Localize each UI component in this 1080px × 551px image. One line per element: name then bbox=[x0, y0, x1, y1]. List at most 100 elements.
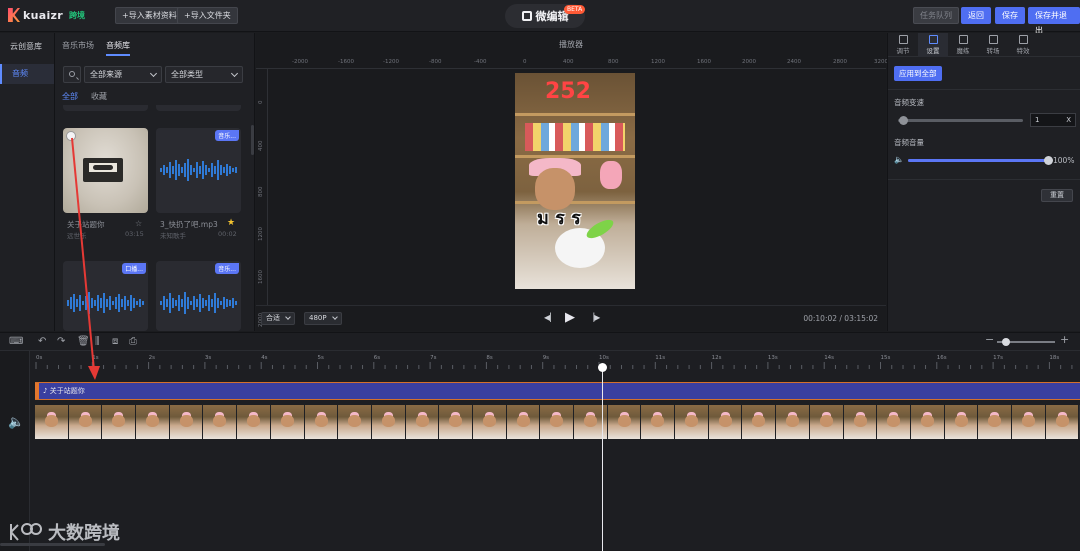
time-ruler-label: 0s bbox=[36, 355, 43, 361]
select-radio[interactable] bbox=[67, 132, 75, 140]
crop-frame-icon[interactable]: ⧈ bbox=[112, 337, 118, 347]
next-frame-icon[interactable]: ▕▶ bbox=[588, 313, 600, 322]
ruler-tick: 2400 bbox=[787, 59, 801, 65]
speed-unit: X bbox=[1066, 116, 1071, 124]
back-button[interactable]: 返回 bbox=[961, 7, 991, 24]
tab-label: 调节 bbox=[896, 47, 910, 55]
chevron-down-icon bbox=[331, 314, 338, 320]
tab-effects[interactable]: 特效 bbox=[1008, 33, 1038, 57]
video-clip[interactable] bbox=[35, 405, 1080, 439]
import-material-button[interactable]: +导入素材资料 bbox=[115, 7, 184, 24]
editor-icon bbox=[521, 11, 532, 21]
speed-input[interactable]: 1 X bbox=[1030, 113, 1076, 127]
split-icon[interactable]: ⫼ bbox=[95, 337, 100, 347]
time-ruler-label: 9s bbox=[542, 355, 550, 361]
search-button[interactable] bbox=[63, 66, 81, 83]
audio-clip-label: ♪ 关于站题你 bbox=[43, 387, 85, 395]
play-icon[interactable]: ▶ bbox=[565, 310, 575, 325]
type-select[interactable]: 全部类型 bbox=[165, 66, 243, 83]
shelf bbox=[515, 113, 635, 116]
video-preview[interactable]: 252 ม ร ร bbox=[515, 73, 635, 289]
video-frame-thumbnail bbox=[35, 405, 69, 439]
source-select-value: 全部来源 bbox=[90, 70, 122, 79]
audio-card[interactable]: 音乐... bbox=[156, 261, 241, 331]
time-ruler-label: 3s bbox=[204, 355, 212, 361]
ruler-tick: 1600 bbox=[258, 270, 264, 284]
star-filled-icon[interactable]: ★ bbox=[227, 218, 235, 228]
audio-card[interactable] bbox=[63, 128, 148, 213]
tab-adjust[interactable]: 调节 bbox=[888, 33, 918, 57]
waveform-icon bbox=[160, 292, 237, 314]
undo-icon[interactable]: ↶ bbox=[38, 337, 46, 347]
nav-item-audio[interactable]: 音频 bbox=[0, 64, 54, 84]
zoom-in-icon[interactable]: + bbox=[1060, 334, 1069, 345]
card-duration: 00:02 bbox=[218, 230, 237, 238]
fit-select[interactable]: 合适 bbox=[261, 312, 295, 325]
video-frame-thumbnail bbox=[203, 405, 238, 439]
tab-label: 特效 bbox=[1016, 47, 1030, 55]
speed-slider-track[interactable] bbox=[898, 119, 1023, 122]
clip-handle[interactable] bbox=[35, 383, 39, 399]
cassette-thumbnail bbox=[63, 128, 148, 213]
audio-card[interactable]: 口播... bbox=[63, 261, 148, 331]
volume-slider-knob[interactable] bbox=[1044, 156, 1053, 165]
toy-figures bbox=[525, 123, 625, 151]
video-frame-thumbnail bbox=[270, 405, 305, 439]
redo-icon[interactable]: ↷ bbox=[57, 337, 65, 347]
card-tag: 口播... bbox=[122, 263, 146, 274]
audio-clip[interactable]: ♪ 关于站题你 bbox=[35, 382, 1080, 400]
timeline-panel: ⌨ ↶ ↷ 🗑 ⫼ ⧈ ⎙ − + 🔈 0s 1s 2s 3s 4s 5s 6s 7s 8s 9s… bbox=[0, 332, 1080, 551]
chevron-down-icon bbox=[230, 69, 239, 78]
prev-frame-icon[interactable]: ◀▏ bbox=[544, 313, 556, 322]
screenshot-icon[interactable]: ⎙ bbox=[129, 337, 137, 347]
speed-slider-knob[interactable] bbox=[898, 116, 908, 125]
library-scrollbar[interactable] bbox=[251, 125, 254, 155]
task-queue-button[interactable]: 任务队列 bbox=[913, 7, 959, 24]
time-ruler-label: 10s bbox=[599, 355, 609, 361]
tab-audio-library[interactable]: 音频库 bbox=[106, 40, 130, 56]
waveform-icon bbox=[160, 159, 237, 181]
tab-label: 设置 bbox=[926, 47, 940, 55]
source-select[interactable]: 全部来源 bbox=[84, 66, 162, 83]
properties-panel: 调节 设置 魔练 转场 特效 应用到全部 音频变速 1 X 音频音量 🔈 100… bbox=[887, 33, 1080, 331]
time-ruler-label: 15s bbox=[880, 355, 891, 361]
tab-transition[interactable]: 转场 bbox=[978, 33, 1008, 57]
ruler-tick: -2000 bbox=[292, 59, 308, 65]
video-frame-thumbnail bbox=[944, 405, 979, 439]
time-ruler-label: 12s bbox=[711, 355, 722, 361]
speaker-icon[interactable]: 🔈 bbox=[894, 155, 904, 164]
card-name: 3_快扔了吧.mp3 bbox=[160, 220, 218, 229]
time-ruler[interactable]: 0s 1s 2s 3s 4s 5s 6s 7s 8s 9s 10s 11s 12s 13s 14s 15s 16… bbox=[31, 353, 1080, 369]
audio-card[interactable]: 音乐... bbox=[156, 128, 241, 213]
star-outline-icon[interactable]: ☆ bbox=[135, 219, 142, 228]
tab-magic[interactable]: 魔练 bbox=[948, 33, 978, 57]
volume-icon[interactable]: 🔈 bbox=[8, 415, 24, 430]
zoom-slider-knob[interactable] bbox=[1001, 338, 1010, 346]
import-folder-button[interactable]: +导入文件夹 bbox=[177, 7, 238, 24]
delete-icon[interactable]: 🗑 bbox=[77, 337, 90, 347]
filter-favorites[interactable]: 收藏 bbox=[91, 91, 107, 102]
video-frame-thumbnail bbox=[102, 405, 137, 439]
player-title: 播放器 bbox=[559, 40, 583, 49]
overlay-number: 252 bbox=[545, 79, 591, 104]
card-artist: 远世乐 bbox=[67, 232, 87, 240]
apply-all-button[interactable]: 应用到全部 bbox=[894, 66, 942, 81]
ruler-tick: -400 bbox=[474, 59, 487, 65]
playhead-handle[interactable] bbox=[598, 363, 607, 372]
card-tag: 音乐... bbox=[215, 130, 239, 141]
playhead[interactable] bbox=[602, 367, 603, 551]
ruler-tick: 1200 bbox=[651, 59, 665, 65]
tab-settings[interactable]: 设置 bbox=[918, 33, 948, 57]
reset-button[interactable]: 重置 bbox=[1041, 189, 1073, 202]
filter-all[interactable]: 全部 bbox=[62, 91, 78, 102]
tab-music-market[interactable]: 音乐市场 bbox=[62, 40, 94, 56]
save-exit-button[interactable]: 保存并退出 bbox=[1028, 7, 1080, 35]
video-frame-thumbnail bbox=[540, 405, 574, 439]
quality-select[interactable]: 480P bbox=[304, 312, 342, 325]
save-button[interactable]: 保存 bbox=[995, 7, 1025, 24]
keyboard-icon[interactable]: ⌨ bbox=[9, 337, 23, 347]
fit-select-value: 合适 bbox=[266, 314, 280, 322]
ruler-tick: 800 bbox=[608, 59, 619, 65]
timeline-scrollbar[interactable] bbox=[0, 543, 105, 546]
zoom-out-icon[interactable]: − bbox=[985, 334, 994, 345]
